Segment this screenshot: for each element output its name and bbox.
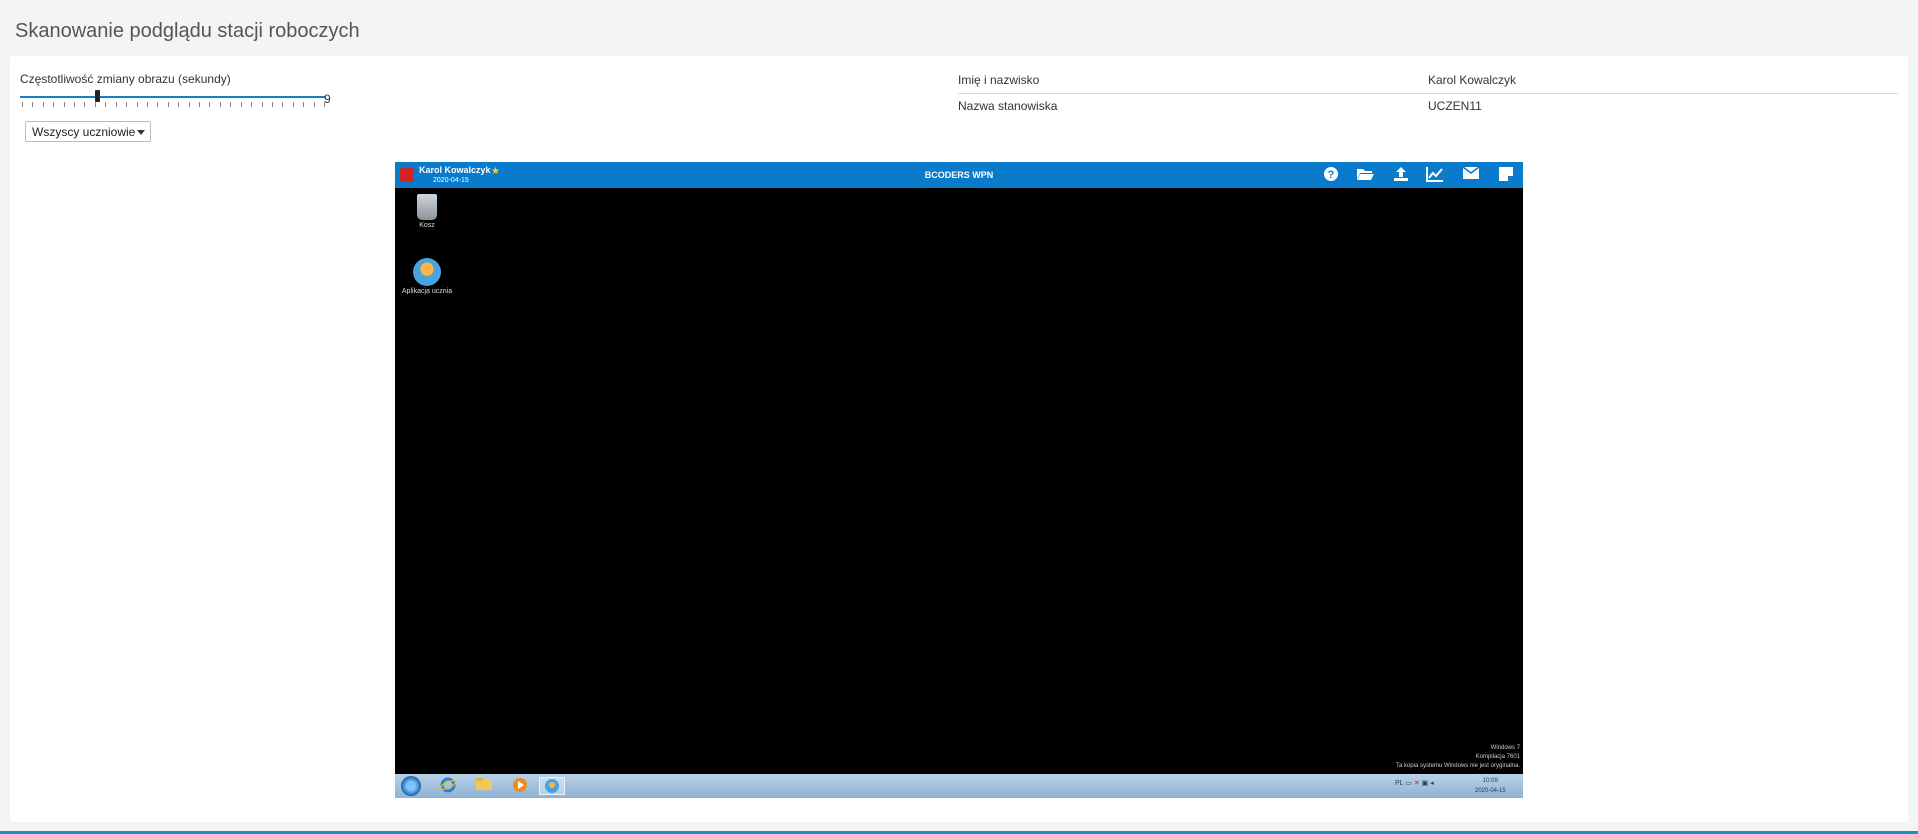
slider-tick bbox=[199, 102, 200, 107]
slider-label: Częstotliwość zmiany obrazu (sekundy) bbox=[20, 72, 231, 86]
slider-tick bbox=[272, 102, 273, 107]
desktop-icon-trash[interactable]: Kosz bbox=[397, 194, 457, 229]
slider-ticks bbox=[20, 102, 326, 108]
clock-date: 2020-04-15 bbox=[1475, 788, 1506, 794]
info-value: Karol Kowalczyk bbox=[1428, 73, 1517, 87]
desktop-icon-label: Kosz bbox=[419, 222, 435, 229]
chart-line-icon[interactable] bbox=[1426, 166, 1444, 184]
slider-tick bbox=[168, 102, 169, 107]
upload-icon[interactable] bbox=[1392, 166, 1410, 184]
page-title: Skanowanie podglądu stacji roboczych bbox=[15, 20, 360, 42]
watermark-line: Windows 7 bbox=[1490, 745, 1520, 751]
remote-app-title: BCODERS WPN bbox=[924, 170, 994, 180]
slider-value: 9 bbox=[324, 92, 331, 106]
slider-tick bbox=[53, 102, 54, 107]
language-indicator[interactable]: PL bbox=[1395, 780, 1403, 787]
slider-tick bbox=[84, 102, 85, 107]
desktop-icon-label: Aplikacja ucznia bbox=[401, 288, 453, 295]
slider-tick bbox=[241, 102, 242, 107]
info-row-station: Nazwa stanowiska UCZEN11 bbox=[958, 94, 1898, 120]
system-clock[interactable]: 10:09 2020-04-15 bbox=[1475, 776, 1506, 796]
system-tray: PL ▭ ✕ ▣ ◂ bbox=[1395, 779, 1434, 787]
remote-app-bar: Karol Kowalczyk 2020-04-15 ★ BCODERS WPN… bbox=[395, 162, 1523, 188]
network-icon: ✕ bbox=[1413, 780, 1420, 787]
slider-tick bbox=[282, 102, 283, 107]
file-explorer-icon[interactable] bbox=[471, 777, 497, 795]
internet-explorer-icon[interactable] bbox=[435, 777, 461, 795]
slider-tick bbox=[64, 102, 65, 107]
desktop-icon-student-app[interactable]: Aplikacja ucznia bbox=[397, 258, 457, 295]
info-row-name: Imię i nazwisko Karol Kowalczyk bbox=[958, 68, 1898, 94]
info-value: UCZEN11 bbox=[1428, 99, 1482, 113]
keyboard-icon: ▭ bbox=[1405, 780, 1412, 787]
slider-tick bbox=[105, 102, 106, 107]
student-app-taskbar-icon[interactable] bbox=[539, 777, 565, 795]
slider-tick bbox=[262, 102, 263, 107]
remote-screen-preview[interactable]: Karol Kowalczyk 2020-04-15 ★ BCODERS WPN… bbox=[395, 162, 1523, 798]
info-label: Nazwa stanowiska bbox=[958, 99, 1058, 113]
chevron-down-icon bbox=[137, 130, 145, 135]
slider-tick bbox=[314, 102, 315, 107]
slider-tick bbox=[178, 102, 179, 107]
slider-tick bbox=[116, 102, 117, 107]
envelope-icon[interactable] bbox=[1462, 166, 1480, 184]
slider-tick bbox=[303, 102, 304, 107]
slider-tick bbox=[147, 102, 148, 107]
media-player-icon[interactable] bbox=[507, 777, 533, 795]
svg-text:?: ? bbox=[1328, 169, 1335, 181]
slider-tick bbox=[22, 102, 23, 107]
students-filter-select[interactable]: Wszyscy uczniowie bbox=[25, 121, 151, 142]
slider-track[interactable] bbox=[20, 96, 326, 98]
slider-tick bbox=[251, 102, 252, 107]
slider-tick bbox=[220, 102, 221, 107]
volume-icon: ◂ bbox=[1430, 780, 1434, 787]
watermark-line: Ta kopia systemu Windows nie jest orygin… bbox=[1395, 763, 1520, 769]
windows-start-icon[interactable] bbox=[401, 776, 421, 796]
slider-tick bbox=[137, 102, 138, 107]
workstation-info: Imię i nazwisko Karol Kowalczyk Nazwa st… bbox=[958, 68, 1898, 120]
note-icon[interactable] bbox=[1497, 166, 1515, 184]
slider-tick bbox=[43, 102, 44, 107]
slider-tick bbox=[230, 102, 231, 107]
slider-tick bbox=[157, 102, 158, 107]
main-panel: Częstotliwość zmiany obrazu (sekundy) 9 … bbox=[10, 56, 1908, 822]
watermark-line: Kompilacja 7601 bbox=[1475, 754, 1520, 760]
info-label: Imię i nazwisko bbox=[958, 73, 1040, 87]
slider-tick bbox=[126, 102, 127, 107]
clock-time: 10:09 bbox=[1482, 778, 1498, 784]
remote-taskbar: PL ▭ ✕ ▣ ◂ 10:09 2020-04-15 bbox=[395, 774, 1523, 798]
trash-icon bbox=[417, 194, 437, 220]
student-app-icon bbox=[413, 258, 441, 286]
slider-tick bbox=[189, 102, 190, 107]
windows-watermark: Windows 7 Kompilacja 7601 Ta kopia syste… bbox=[1396, 744, 1520, 771]
monitor-icon: ▣ bbox=[1421, 780, 1429, 787]
slider-tick bbox=[74, 102, 75, 107]
refresh-interval-slider[interactable] bbox=[20, 90, 326, 108]
help-icon[interactable]: ? bbox=[1322, 166, 1340, 184]
slider-tick bbox=[95, 102, 96, 107]
select-value: Wszyscy uczniowie bbox=[32, 125, 136, 139]
slider-tick bbox=[209, 102, 210, 107]
slider-thumb[interactable] bbox=[95, 90, 100, 102]
folder-open-icon[interactable] bbox=[1356, 166, 1374, 184]
slider-tick bbox=[293, 102, 294, 107]
slider-tick bbox=[32, 102, 33, 107]
